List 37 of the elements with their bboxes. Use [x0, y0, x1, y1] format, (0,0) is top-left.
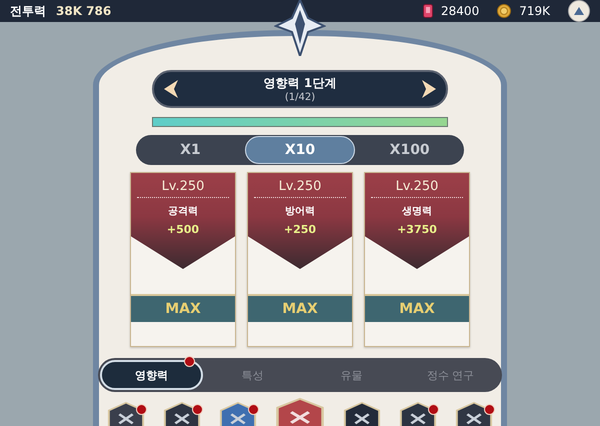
stat-bonus: +500: [166, 223, 200, 236]
emblem-icon[interactable]: [399, 402, 437, 426]
tab[interactable]: 유물: [302, 360, 401, 390]
max-button[interactable]: MAX: [248, 294, 352, 322]
card-level: Lv.250: [137, 179, 229, 198]
crest-icon: [274, 0, 326, 56]
card-level: Lv.250: [371, 179, 463, 198]
up-triangle-icon: [574, 7, 584, 15]
stat-name: 방어력: [285, 205, 315, 218]
power-value: 38K 786: [56, 4, 112, 18]
emblem-icon[interactable]: [163, 402, 201, 426]
currency-amount: 28400: [441, 4, 480, 18]
stat-bonus: +3750: [397, 223, 437, 236]
card-level: Lv.250: [254, 179, 346, 198]
emblem-icon[interactable]: [343, 402, 381, 426]
tab[interactable]: 특성: [203, 360, 302, 390]
tab[interactable]: 정수 연구: [401, 360, 500, 390]
stage-title: 영향력 1단계: [264, 75, 336, 92]
stat-bonus: +250: [284, 223, 316, 236]
emblem-icon[interactable]: [107, 402, 145, 426]
power-label: 전투력: [10, 2, 46, 20]
stat-name: 공격력: [168, 205, 198, 218]
currency-amount: 719K: [519, 4, 550, 18]
coin-icon: [497, 4, 512, 18]
right-arrow-icon[interactable]: [422, 80, 436, 98]
stage-count: (1/42): [284, 92, 316, 103]
left-arrow-icon[interactable]: [164, 80, 178, 98]
collapse-button[interactable]: [568, 0, 590, 22]
multiplier-option[interactable]: X100: [355, 136, 464, 164]
max-button[interactable]: MAX: [131, 294, 235, 322]
multiplier-option[interactable]: X1: [136, 136, 245, 164]
gem-icon: [423, 4, 434, 18]
emblem-icon[interactable]: [455, 402, 493, 426]
multiplier-option[interactable]: X10: [244, 136, 356, 164]
max-button[interactable]: MAX: [365, 294, 469, 322]
emblem-icon[interactable]: [219, 402, 257, 426]
stat-name: 생명력: [402, 205, 432, 218]
